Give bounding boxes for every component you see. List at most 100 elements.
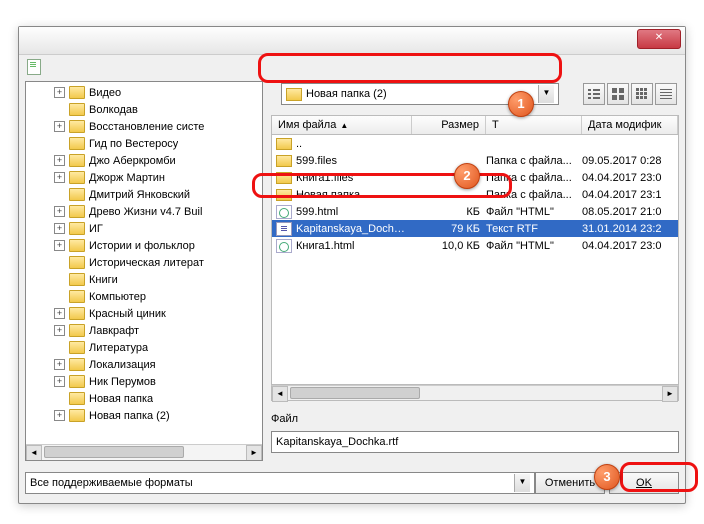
view-small-icons-button[interactable] — [631, 83, 653, 105]
tree-item[interactable]: Компьютер — [26, 288, 262, 305]
tree-item-label: Литература — [89, 342, 148, 354]
view-details-button[interactable] — [655, 83, 677, 105]
tree-item-label: Истории и фольклор — [89, 240, 195, 252]
file-date: 04.04.2017 23:0 — [582, 240, 678, 252]
expand-icon[interactable]: + — [54, 240, 65, 251]
annotation-badge-2: 2 — [454, 163, 480, 189]
dialog-window: +Видео Волкодав +Восстановление систеГид п… — [18, 26, 686, 504]
scroll-left-icon[interactable]: ◄ — [26, 445, 42, 461]
tree-item-label: Компьютер — [89, 291, 146, 303]
tree-item-label: ИГ — [89, 223, 103, 235]
file-date: 04.04.2017 23:0 — [582, 172, 678, 184]
tree-item[interactable]: Дмитрий Янковский — [26, 186, 262, 203]
scroll-thumb[interactable] — [44, 446, 184, 458]
file-type: Папка с файла... — [486, 172, 582, 184]
tree-item-label: Лавкрафт — [89, 325, 139, 337]
expand-icon[interactable]: + — [54, 155, 65, 166]
file-row[interactable]: Kapitanskaya_Dochk...79 КБТекст RTF31.01… — [272, 220, 678, 237]
tree-item[interactable]: + Ник Перумов — [26, 373, 262, 390]
col-date[interactable]: Дата модифик — [582, 116, 678, 134]
folder-icon — [69, 154, 85, 167]
chevron-down-icon[interactable]: ▼ — [538, 85, 554, 103]
tree-item[interactable]: + Лавкрафт — [26, 322, 262, 339]
expand-icon[interactable]: + — [54, 359, 65, 370]
expand-icon[interactable] — [54, 393, 65, 404]
expand-icon[interactable]: + — [54, 206, 65, 217]
file-list-scrollbar[interactable]: ◄ ► — [271, 385, 679, 401]
col-size[interactable]: Размер — [412, 116, 486, 134]
tree-scrollbar[interactable]: ◄ ► — [26, 444, 262, 460]
expand-icon[interactable]: + — [54, 325, 65, 336]
file-row[interactable]: .. — [272, 135, 678, 152]
expand-icon[interactable] — [54, 189, 65, 200]
expand-icon[interactable] — [54, 274, 65, 285]
expand-icon[interactable]: + — [54, 410, 65, 421]
tree-item-label: Волкодав — [89, 104, 138, 116]
tree-item[interactable]: + ИГ — [26, 220, 262, 237]
tree-item-label: Ник Перумов — [89, 376, 156, 388]
document-icon — [27, 59, 41, 75]
tree-item[interactable]: +Джорж Мартин — [26, 169, 262, 186]
file-row[interactable]: 599.htmlКБФайл "HTML"08.05.2017 21:0 — [272, 203, 678, 220]
close-button[interactable] — [637, 29, 681, 49]
tree-item[interactable]: Литература — [26, 339, 262, 356]
tree-item[interactable]: Новая папка — [26, 390, 262, 407]
tree-item[interactable]: + Новая папка (2) — [26, 407, 262, 424]
expand-icon[interactable]: + — [54, 121, 65, 132]
expand-icon[interactable] — [54, 342, 65, 353]
folder-icon — [69, 375, 85, 388]
tree-item[interactable]: Волкодав — [26, 101, 262, 118]
expand-icon[interactable] — [54, 291, 65, 302]
tree-item[interactable]: +Красный циник — [26, 305, 262, 322]
expand-icon[interactable]: + — [54, 172, 65, 183]
scroll-left-icon[interactable]: ◄ — [272, 386, 288, 402]
file-list-header[interactable]: Имя файла▲ Размер Т Дата модифик — [271, 115, 679, 135]
rtf-icon — [276, 222, 292, 236]
tree-item-label: Книги — [89, 274, 118, 286]
tree-item[interactable]: Историческая литерат — [26, 254, 262, 271]
tree-item[interactable]: +Восстановление систе — [26, 118, 262, 135]
folder-tree[interactable]: +Видео Волкодав +Восстановление систеГид п… — [25, 81, 263, 461]
file-name: Новая папка — [296, 189, 412, 201]
filename-input[interactable] — [271, 431, 679, 453]
expand-icon[interactable] — [54, 104, 65, 115]
tree-item[interactable]: +Видео — [26, 84, 262, 101]
tree-item[interactable]: + Локализация — [26, 356, 262, 373]
tree-item[interactable]: Книги — [26, 271, 262, 288]
tree-item[interactable]: + Истории и фольклор — [26, 237, 262, 254]
file-name: 599.html — [296, 206, 412, 218]
scroll-right-icon[interactable]: ► — [246, 445, 262, 461]
folder-icon — [69, 341, 85, 354]
expand-icon[interactable]: + — [54, 376, 65, 387]
expand-icon[interactable] — [54, 257, 65, 268]
file-row[interactable]: Книга1.html10,0 КБФайл "HTML"04.04.2017 … — [272, 237, 678, 254]
folder-icon — [69, 307, 85, 320]
tree-item-label: Новая папка (2) — [89, 410, 170, 422]
tree-item-label: Локализация — [89, 359, 156, 371]
location-text: Новая папка (2) — [306, 88, 387, 100]
expand-icon[interactable]: + — [54, 223, 65, 234]
scroll-thumb[interactable] — [290, 387, 420, 399]
expand-icon[interactable]: + — [54, 308, 65, 319]
folder-icon — [276, 172, 292, 184]
expand-icon[interactable] — [54, 138, 65, 149]
tree-item[interactable]: Гид по Вестеросу — [26, 135, 262, 152]
folder-icon — [69, 256, 85, 269]
format-dropdown[interactable]: Все поддерживаемые форматы ▼ — [25, 472, 535, 494]
file-size: КБ — [412, 206, 486, 218]
col-name[interactable]: Имя файла▲ — [272, 116, 412, 134]
file-row[interactable]: Новая папкаПапка с файла...04.04.2017 23… — [272, 186, 678, 203]
col-type[interactable]: Т — [486, 116, 582, 134]
view-list-button[interactable] — [583, 83, 605, 105]
expand-icon[interactable]: + — [54, 87, 65, 98]
chevron-down-icon[interactable]: ▼ — [514, 474, 530, 492]
file-name: 599.files — [296, 155, 412, 167]
annotation-badge-1: 1 — [508, 91, 534, 117]
file-type: Файл "HTML" — [486, 206, 582, 218]
file-type: Папка с файла... — [486, 189, 582, 201]
tree-item[interactable]: +Древо Жизни v4.7 Buil — [26, 203, 262, 220]
scroll-right-icon[interactable]: ► — [662, 386, 678, 402]
view-large-icons-button[interactable] — [607, 83, 629, 105]
tree-item[interactable]: +Джо Аберкромби — [26, 152, 262, 169]
view-mode-toolbar — [583, 83, 677, 105]
